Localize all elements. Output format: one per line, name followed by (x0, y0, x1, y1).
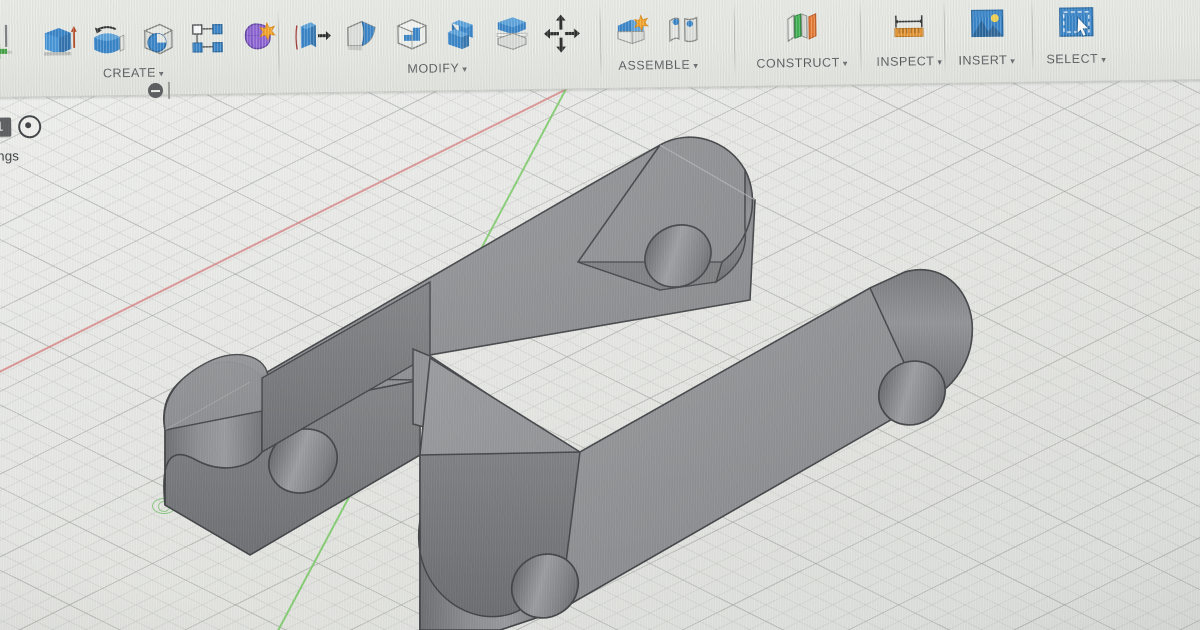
toolbar-separator (733, 2, 736, 77)
browser-panel[interactable]: 1 ettings s s (0, 99, 56, 401)
toolbar-group-inspect[interactable]: INSPECT ▾ (875, 0, 943, 92)
panel-resize-handle[interactable] (167, 81, 171, 99)
panel-collapse-control[interactable] (147, 81, 171, 99)
screenshot-root: CREATE ▾ MODIFY ▾ ASSEMBLE ▾ CONSTRUCT ▾… (0, 0, 1200, 630)
toolbar-group-create[interactable]: CREATE ▾ (0, 5, 279, 105)
browser-item-label: s (0, 177, 3, 196)
fillet-icon[interactable] (342, 15, 383, 58)
browser-item-named-views[interactable]: s (0, 177, 3, 196)
toolbar-label-create[interactable]: CREATE ▾ (103, 66, 164, 81)
browser-item-bodies[interactable]: s (0, 261, 4, 280)
toolbar-separator (1031, 0, 1034, 72)
toolbar-group-select[interactable]: SELECT ▾ (1045, 0, 1106, 89)
split-body-icon[interactable] (492, 13, 533, 56)
insert-image-icon[interactable] (966, 6, 1007, 49)
measure-icon[interactable] (889, 7, 930, 50)
sweep-icon[interactable] (138, 18, 179, 61)
browser-item-label: s (0, 261, 4, 280)
move-copy-icon[interactable] (542, 12, 583, 55)
toolbar-label-construct[interactable]: CONSTRUCT ▾ (756, 55, 848, 70)
pattern-icon[interactable] (188, 18, 229, 61)
select-icon[interactable] (1056, 5, 1097, 48)
document-badge: 1 (0, 117, 12, 138)
collapse-minus-icon[interactable] (147, 82, 164, 99)
new-component-icon[interactable] (612, 11, 653, 54)
toolbar-label-select[interactable]: SELECT ▾ (1046, 52, 1106, 67)
toolbar-label-insert[interactable]: INSERT ▾ (958, 53, 1015, 68)
toolbar-separator (277, 8, 280, 83)
new-sketch-icon[interactable] (0, 21, 28, 64)
toolbar-group-insert[interactable]: INSERT ▾ (957, 0, 1015, 91)
browser-item-settings[interactable]: ettings (0, 147, 24, 166)
joint-icon[interactable] (664, 10, 705, 53)
shell-icon[interactable] (392, 15, 433, 58)
toolbar-label-modify[interactable]: MODIFY ▾ (407, 61, 467, 76)
press-pull-icon[interactable] (292, 16, 333, 59)
toolbar-separator (859, 0, 862, 75)
browser-document-row[interactable]: 1 (0, 115, 42, 139)
toolbar-group-assemble[interactable]: ASSEMBLE ▾ (611, 0, 704, 96)
browser-item-label: ettings (0, 147, 24, 166)
extrude-icon[interactable] (38, 20, 79, 63)
eye-icon[interactable] (18, 115, 42, 139)
create-form-icon[interactable] (238, 17, 279, 60)
toolbar-label-assemble[interactable]: ASSEMBLE ▾ (618, 58, 698, 73)
offset-plane-icon[interactable] (781, 9, 822, 52)
combine-icon[interactable] (442, 14, 483, 57)
revolve-icon[interactable] (88, 19, 129, 62)
toolbar-group-modify[interactable]: MODIFY ▾ (291, 0, 582, 100)
toolbar-separator (599, 4, 602, 79)
toolbar-label-inspect[interactable]: INSPECT ▾ (876, 54, 942, 69)
toolbar-group-construct[interactable]: CONSTRUCT ▾ (755, 0, 848, 94)
toolbar-separator (943, 0, 946, 73)
